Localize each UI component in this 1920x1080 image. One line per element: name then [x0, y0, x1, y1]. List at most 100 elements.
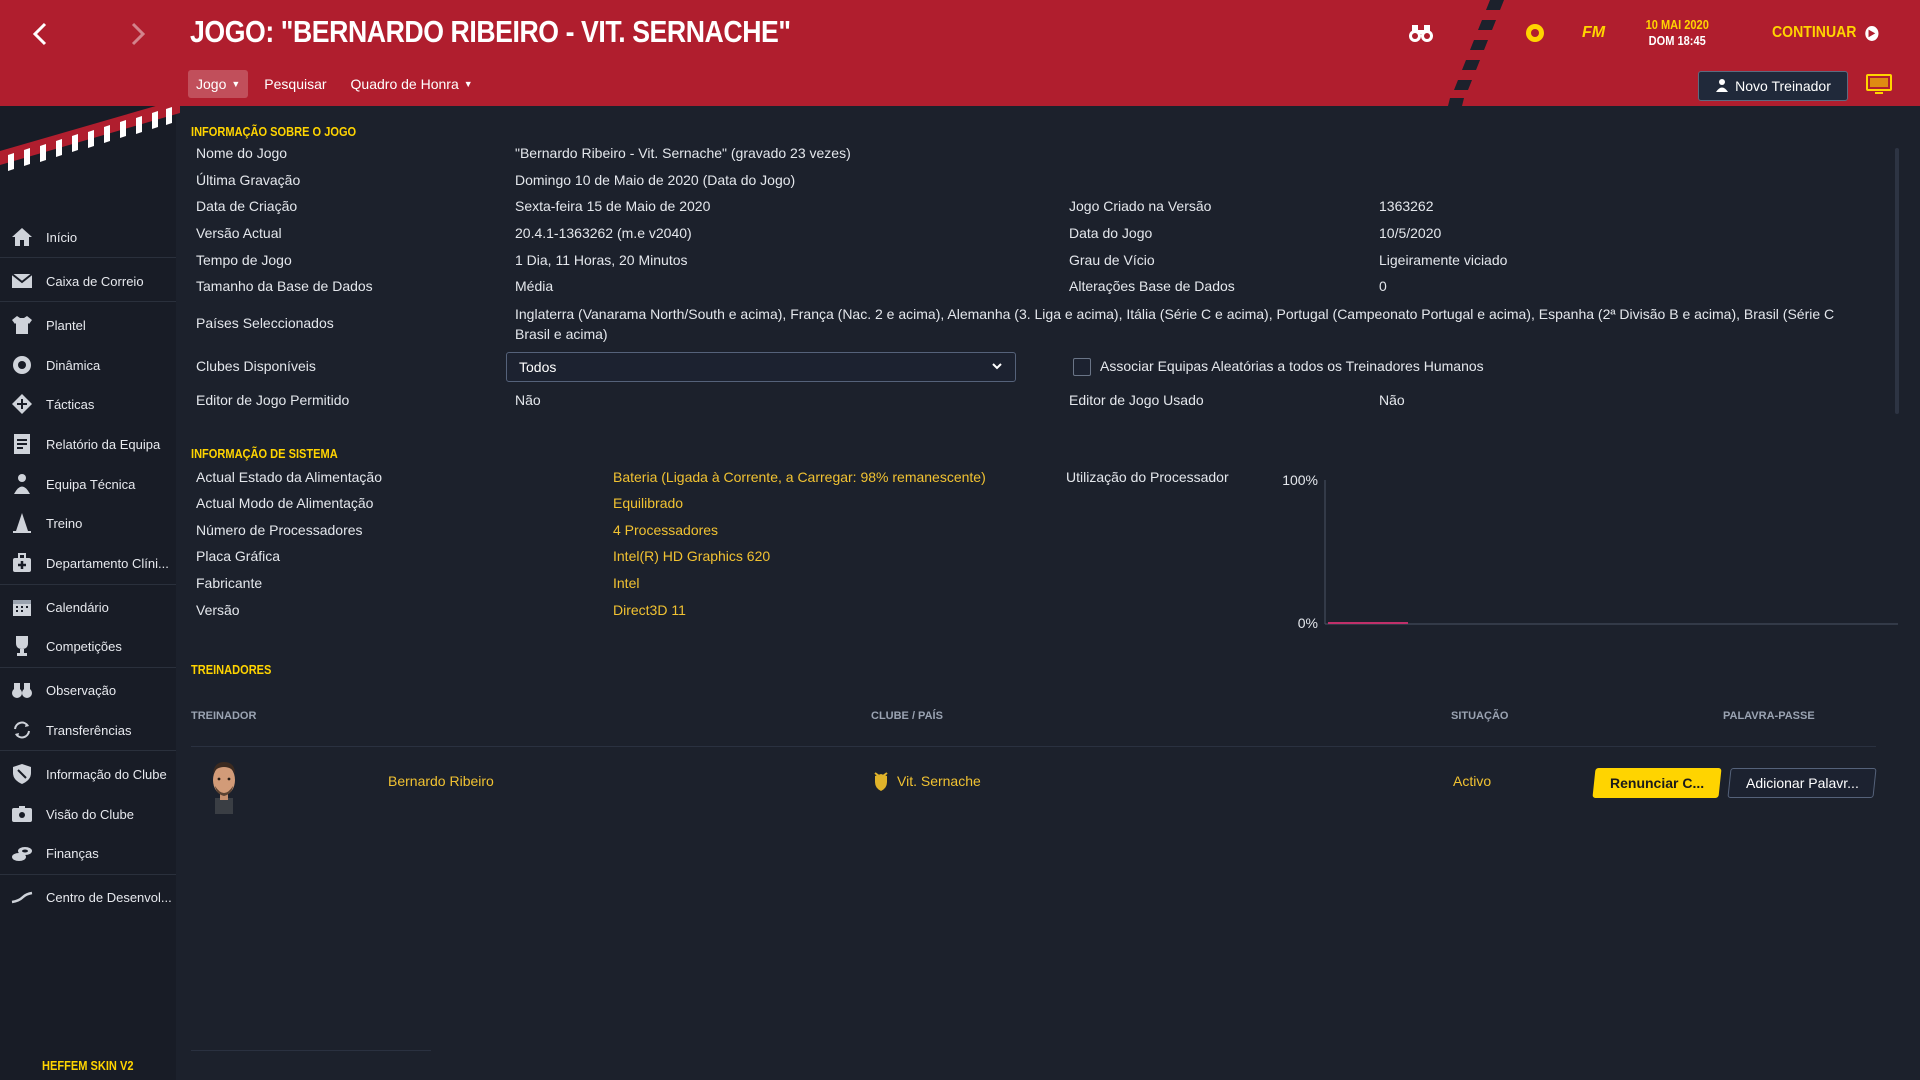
column-header-coach[interactable]: TREINADOR: [191, 710, 256, 722]
sidebar-item-transferencias[interactable]: Transferências: [0, 712, 176, 748]
sidebar-item-relatorio-da-equipa[interactable]: Relatório da Equipa: [0, 426, 176, 462]
scrollbar[interactable]: [1895, 148, 1899, 414]
avatar: [213, 762, 235, 814]
section-title-game-info: INFORMAÇÃO SOBRE O JOGO: [191, 124, 357, 139]
label-creation-date: Data de Criação: [196, 198, 298, 214]
divider: [0, 301, 176, 302]
sidebar-item-departamento-clinico[interactable]: Departamento Clíni...: [0, 545, 176, 581]
tab-quadro-de-honra[interactable]: Quadro de Honra ▼: [343, 70, 481, 98]
calendar-icon: [10, 595, 34, 619]
trophy-icon: [10, 634, 34, 658]
sidebar-item-treino[interactable]: Treino: [0, 505, 176, 541]
label-version: Versão: [196, 602, 240, 618]
label-graphics-card: Placa Gráfica: [196, 548, 281, 564]
value-current-version: 20.4.1-1363262 (m.e v2040): [515, 225, 692, 241]
sidebar-item-competicoes[interactable]: Competições: [0, 628, 176, 664]
sidebar-item-equipa-tecnica[interactable]: Equipa Técnica: [0, 466, 176, 502]
club-link[interactable]: Vit. Sernache: [897, 773, 981, 789]
value-countries: Inglaterra (Vanarama North/South e acima…: [515, 306, 1835, 342]
sidebar-item-plantel[interactable]: Plantel: [0, 307, 176, 343]
sidebar-item-label: Treino: [46, 515, 83, 531]
label-countries: Países Seleccionados: [196, 315, 334, 331]
continue-button[interactable]: CONTINUAR ▶: [1772, 24, 1879, 42]
column-header-password[interactable]: PALAVRA-PASSE: [1723, 710, 1815, 722]
sidebar-item-calendario[interactable]: Calendário: [0, 589, 176, 625]
forward-arrow-icon[interactable]: [118, 18, 158, 50]
value-graphics-card: Intel(R) HD Graphics 620: [613, 548, 771, 564]
shield-icon: [10, 762, 34, 786]
sidebar-item-label: Transferências: [46, 722, 132, 738]
tab-label: Pesquisar: [264, 76, 327, 92]
value-database-size: Média: [515, 278, 554, 294]
sidebar-item-label: Informação do Clube: [46, 766, 167, 782]
new-coach-button[interactable]: Novo Treinador: [1698, 71, 1848, 101]
date-line: 10 MAI 2020: [1645, 17, 1709, 32]
value-power-mode: Equilibrado: [613, 495, 684, 511]
time-line: DOM 18:45: [1648, 33, 1706, 48]
tab-pesquisar[interactable]: Pesquisar: [256, 70, 334, 98]
value-power-state: Bateria (Ligada à Corrente, a Carregar: …: [613, 469, 986, 485]
y-tick-min: 0%: [1298, 615, 1318, 631]
sidebar-item-observacao[interactable]: Observação: [0, 672, 176, 708]
sidebar-item-inicio[interactable]: Início: [0, 219, 176, 255]
available-clubs-select[interactable]: Todos: [506, 352, 1016, 382]
sidebar-item-label: Dinâmica: [46, 357, 101, 373]
select-value: Todos: [519, 359, 557, 375]
fm-logo: FM: [1582, 24, 1606, 41]
label-processors: Número de Processadores: [196, 522, 363, 538]
label-power-mode: Actual Modo de Alimentação: [196, 495, 374, 511]
sidebar-item-caixa-de-correio[interactable]: Caixa de Correio: [0, 263, 176, 299]
sidebar-item-informacao-do-clube[interactable]: Informação do Clube: [0, 756, 176, 792]
chevron-down-icon: [991, 360, 1003, 375]
back-arrow-icon[interactable]: [20, 18, 60, 50]
continue-label: CONTINUAR: [1772, 24, 1857, 41]
value-processors: 4 Processadores: [613, 522, 719, 538]
value-game-name: "Bernardo Ribeiro - Vit. Sernache" (grav…: [515, 145, 851, 161]
column-header-club[interactable]: CLUBE / PAÍS: [871, 710, 943, 722]
report-icon: [10, 432, 34, 456]
home-icon: [10, 225, 34, 249]
sidebar-item-label: Calendário: [46, 599, 109, 615]
sidebar-item-visao-do-clube[interactable]: Visão do Clube: [0, 796, 176, 832]
binoculars-icon[interactable]: [1408, 22, 1434, 49]
random-teams-checkbox[interactable]: [1073, 358, 1091, 376]
sidebar-item-dinamica[interactable]: Dinâmica: [0, 347, 176, 383]
finance-icon: [10, 841, 34, 865]
coach-name-link[interactable]: Bernardo Ribeiro: [388, 773, 494, 789]
sidebar-item-label: Relatório da Equipa: [46, 436, 161, 452]
game-date: 10 MAI 2020 DOM 18:45: [1640, 17, 1714, 49]
ball-icon[interactable]: [1524, 22, 1546, 49]
tab-jogo[interactable]: Jogo ▼: [188, 70, 249, 98]
label-manufacturer: Fabricante: [196, 575, 263, 591]
sidebar-item-financas[interactable]: Finanças: [0, 835, 176, 871]
y-tick-max: 100%: [1282, 472, 1318, 488]
staff-icon: [10, 472, 34, 496]
divider: [0, 257, 176, 258]
sidebar-item-label: Tácticas: [46, 396, 95, 412]
value-game-date: 10/5/2020: [1379, 225, 1442, 241]
value-creation-date: Sexta-feira 15 de Maio de 2020: [515, 198, 711, 214]
checkbox-label: Associar Equipas Aleatórias a todos os T…: [1100, 358, 1484, 374]
divider: [0, 667, 176, 668]
label-last-save: Última Gravação: [196, 172, 301, 188]
mail-icon: [10, 269, 34, 293]
skin-label: HEFFEM SKIN V2: [42, 1058, 134, 1073]
divider: [191, 746, 1876, 747]
value-last-save: Domingo 10 de Maio de 2020 (Data do Jogo…: [515, 172, 796, 188]
label-editor-allowed: Editor de Jogo Permitido: [196, 392, 350, 408]
section-title-system-info: INFORMAÇÃO DE SISTEMA: [191, 446, 338, 461]
sidebar-item-tacticas[interactable]: Tácticas: [0, 386, 176, 422]
add-password-label: Adicionar Palavr...: [1745, 775, 1859, 791]
monitor-icon[interactable]: [1866, 74, 1892, 101]
label-game-date: Data do Jogo: [1069, 225, 1153, 241]
column-header-status[interactable]: SITUAÇÃO: [1451, 710, 1508, 722]
resign-button[interactable]: Renunciar C...: [1592, 768, 1722, 798]
add-password-button[interactable]: Adicionar Palavr...: [1727, 768, 1877, 798]
sub-navigation: Jogo ▼ Pesquisar Quadro de Honra ▼: [188, 70, 481, 98]
sidebar-stripes-decoration: [0, 99, 180, 171]
cone-icon: [10, 511, 34, 535]
sidebar-item-centro-de-desenvolvimento[interactable]: Centro de Desenvol...: [0, 879, 176, 915]
binoculars-icon: [10, 678, 34, 702]
label-created-version: Jogo Criado na Versão: [1069, 198, 1212, 214]
chevron-down-icon: ▼: [463, 79, 473, 89]
